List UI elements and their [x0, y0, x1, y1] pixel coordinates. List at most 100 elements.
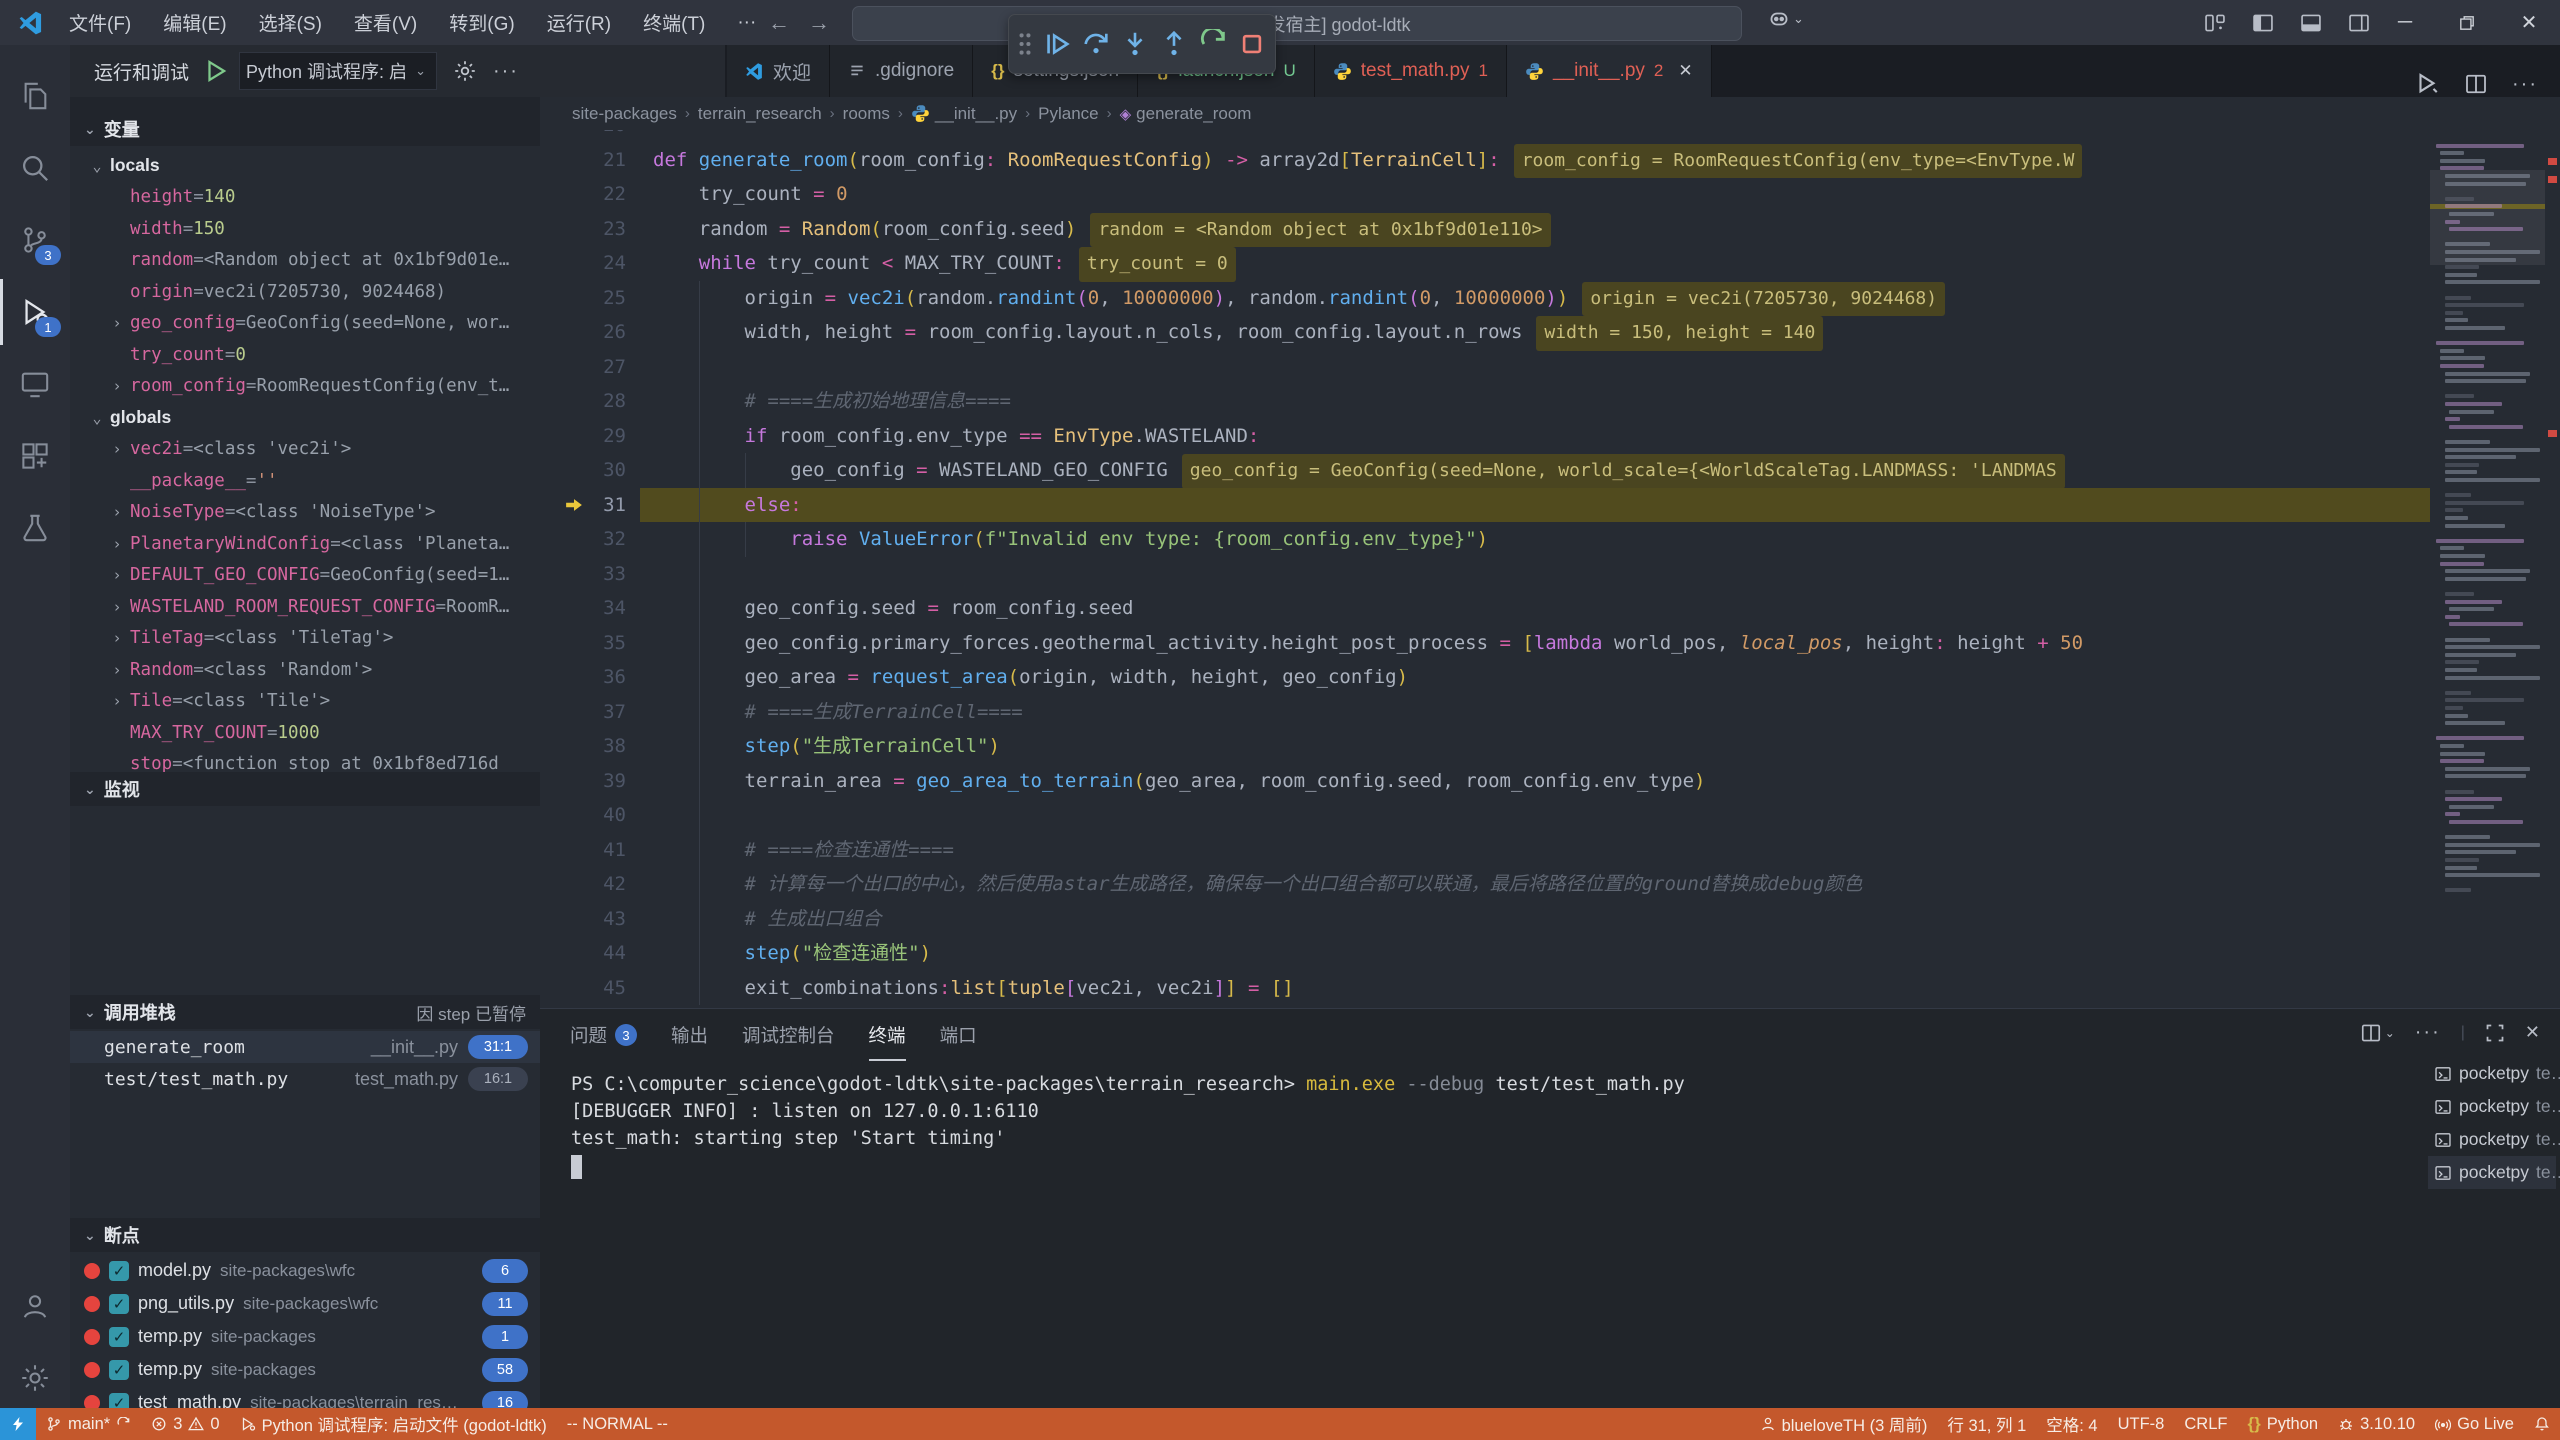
- close-window-button[interactable]: ✕: [2498, 0, 2560, 45]
- debug-step-out-button[interactable]: [1159, 29, 1189, 59]
- tab-.gdignore[interactable]: .gdignore: [830, 45, 973, 97]
- status-braces[interactable]: {}Python: [2237, 1408, 2328, 1440]
- variable-row[interactable]: try_count = 0: [70, 339, 540, 370]
- command-center-search[interactable]: [扩展开发宿主] godot-ldtk: [852, 6, 1742, 41]
- terminal-list-item[interactable]: pocketpyte…: [2428, 1090, 2556, 1123]
- code-line-20[interactable]: 20: [540, 130, 2430, 143]
- breakpoint-row[interactable]: ✓temp.pysite-packages58: [70, 1353, 540, 1386]
- activity-live-preview-icon[interactable]: [0, 351, 70, 417]
- status----normal---[interactable]: -- NORMAL --: [557, 1408, 678, 1440]
- code-line-39[interactable]: 39 terrain_area = geo_area_to_terrain(ge…: [540, 764, 2430, 799]
- status-branch[interactable]: main*: [36, 1408, 141, 1440]
- panel-tab-调试控制台[interactable]: 调试控制台: [742, 1009, 835, 1061]
- toggle-secondary-sidebar-icon[interactable]: [2348, 12, 2370, 34]
- activity-run-and-debug-icon[interactable]: 1: [0, 279, 70, 345]
- more-actions-icon[interactable]: ···: [493, 60, 519, 83]
- tab-test_math.py[interactable]: test_math.py1: [1315, 45, 1507, 97]
- breakpoint-checkbox[interactable]: ✓: [109, 1393, 129, 1409]
- variable-row[interactable]: ›WASTELAND_ROOM_REQUEST_CONFIG = RoomR…: [70, 591, 540, 622]
- status-bell[interactable]: [2524, 1408, 2560, 1440]
- debug-step-over-button[interactable]: [1081, 29, 1111, 59]
- breakpoint-row[interactable]: ✓temp.pysite-packages1: [70, 1320, 540, 1353]
- watch-section-header[interactable]: ⌄监视: [70, 772, 540, 806]
- code-line-30[interactable]: 30 geo_config = WASTELAND_GEO_CONFIGgeo_…: [540, 453, 2430, 488]
- activity-testing-icon[interactable]: [0, 495, 70, 561]
- variable-row[interactable]: height = 140: [70, 182, 540, 213]
- variable-row[interactable]: random = <Random object at 0x1bf9d01e…: [70, 245, 540, 276]
- split-editor-icon[interactable]: [2464, 72, 2488, 96]
- split-terminal-icon[interactable]: ⌄: [2360, 1022, 2395, 1044]
- terminal-list-item[interactable]: pocketpyte…: [2428, 1057, 2556, 1090]
- copilot-icon[interactable]: ⌄: [1768, 8, 1804, 30]
- editor-more-actions-icon[interactable]: ···: [2512, 73, 2538, 96]
- variable-row[interactable]: ›geo_config = GeoConfig(seed=None, wor…: [70, 308, 540, 339]
- drag-handle-icon[interactable]: [1018, 32, 1032, 56]
- variable-row[interactable]: __package__ = '': [70, 465, 540, 496]
- code-line-23[interactable]: 23 random = Random(room_config.seed)rand…: [540, 212, 2430, 247]
- close-tab-icon[interactable]: ✕: [1678, 61, 1692, 81]
- minimap[interactable]: [2430, 130, 2545, 1008]
- scope-globals[interactable]: ⌄globals: [70, 402, 540, 433]
- status-bug[interactable]: 3.10.10: [2328, 1408, 2425, 1440]
- variables-section-header[interactable]: ⌄变量: [70, 112, 540, 146]
- activity-source-control-icon[interactable]: 3: [0, 207, 70, 273]
- status-空格:-4[interactable]: 空格: 4: [2036, 1408, 2107, 1440]
- breakpoint-checkbox[interactable]: ✓: [109, 1360, 129, 1380]
- code-line-27[interactable]: 27: [540, 350, 2430, 385]
- debug-config-dropdown[interactable]: Python 调试程序: 启 ⌄: [239, 52, 437, 90]
- code-line-34[interactable]: 34 geo_config.seed = room_config.seed: [540, 591, 2430, 626]
- breadcrumb-item[interactable]: __init__.py: [911, 104, 1017, 124]
- code-line-35[interactable]: 35 geo_config.primary_forces.geothermal_…: [540, 626, 2430, 661]
- code-line-41[interactable]: 41 # ====检查连通性====: [540, 833, 2430, 868]
- toggle-panel-icon[interactable]: [2300, 12, 2322, 34]
- code-line-24[interactable]: 24 while try_count < MAX_TRY_COUNT:try_c…: [540, 246, 2430, 281]
- breakpoint-row[interactable]: ✓model.pysite-packages\wfc6: [70, 1254, 540, 1287]
- variable-row[interactable]: ›TileTag = <class 'TileTag'>: [70, 623, 540, 654]
- code-line-37[interactable]: 37 # ====生成TerrainCell====: [540, 695, 2430, 730]
- breakpoint-checkbox[interactable]: ✓: [109, 1261, 129, 1281]
- variable-row[interactable]: ›NoiseType = <class 'NoiseType'>: [70, 497, 540, 528]
- panel-tab-输出[interactable]: 输出: [671, 1009, 708, 1061]
- status-person[interactable]: blueloveTH (3 周前): [1750, 1408, 1938, 1440]
- minimize-button[interactable]: ─: [2374, 0, 2436, 45]
- stack-frame[interactable]: test/test_math.pytest_math.py16:1: [70, 1063, 540, 1095]
- status-debug[interactable]: Python 调试程序: 启动文件 (godot-ldtk): [230, 1408, 557, 1440]
- breadcrumb-item[interactable]: ◈generate_room: [1120, 104, 1252, 124]
- terminal-list-item[interactable]: pocketpyte…: [2428, 1123, 2556, 1156]
- code-line-43[interactable]: 43 # 生成出口组合: [540, 902, 2430, 937]
- code-line-26[interactable]: 26 width, height = room_config.layout.n_…: [540, 315, 2430, 350]
- variable-row[interactable]: ›room_config = RoomRequestConfig(env_t…: [70, 371, 540, 402]
- code-line-36[interactable]: 36 geo_area = request_area(origin, width…: [540, 660, 2430, 695]
- code-line-38[interactable]: 38 step("生成TerrainCell"): [540, 729, 2430, 764]
- breadcrumb-item[interactable]: site-packages: [572, 104, 677, 124]
- menu-文件[interactable]: 文件(F): [56, 5, 144, 40]
- variable-row[interactable]: ›DEFAULT_GEO_CONFIG = GeoConfig(seed=1…: [70, 560, 540, 591]
- breakpoint-row[interactable]: ✓png_utils.pysite-packages\wfc11: [70, 1287, 540, 1320]
- panel-tab-终端[interactable]: 终端: [869, 1009, 906, 1061]
- panel-tab-问题[interactable]: 问题3: [570, 1009, 637, 1061]
- customize-layout-icon[interactable]: [2204, 12, 2226, 34]
- debug-restart-button[interactable]: [1199, 29, 1229, 59]
- code-line-31[interactable]: 31 else:: [540, 488, 2430, 523]
- status-error[interactable]: 30: [141, 1408, 229, 1440]
- code-line-29[interactable]: 29 if room_config.env_type == EnvType.WA…: [540, 419, 2430, 454]
- status-行-31,-列-1[interactable]: 行 31, 列 1: [1937, 1408, 2036, 1440]
- terminal-list-item[interactable]: pocketpyte…: [2428, 1156, 2556, 1189]
- tab-__init__.py[interactable]: __init__.py2✕: [1507, 45, 1712, 97]
- activity-account-icon[interactable]: [0, 1273, 70, 1339]
- code-line-42[interactable]: 42 # 计算每一个出口的中心，然后使用astar生成路径，确保每一个出口组合都…: [540, 867, 2430, 902]
- toggle-sidebar-icon[interactable]: [2252, 12, 2274, 34]
- variable-row[interactable]: ›PlanetaryWindConfig = <class 'Planeta…: [70, 528, 540, 559]
- menu-选择[interactable]: 选择(S): [246, 5, 335, 40]
- code-editor[interactable]: 2021def generate_room(room_config: RoomR…: [540, 130, 2430, 1008]
- status-broadcast[interactable]: Go Live: [2425, 1408, 2524, 1440]
- debug-stop-button[interactable]: [1238, 30, 1266, 58]
- activity-settings-gear-icon[interactable]: [0, 1345, 70, 1411]
- breadcrumb-item[interactable]: terrain_research: [698, 104, 822, 124]
- menu-终端[interactable]: 终端(T): [630, 5, 718, 40]
- remote-indicator[interactable]: [0, 1408, 36, 1440]
- call-stack-section-header[interactable]: ⌄调用堆栈因 step 已暂停: [70, 995, 540, 1029]
- menu-运行[interactable]: 运行(R): [534, 5, 624, 40]
- variable-row[interactable]: width = 150: [70, 213, 540, 244]
- panel-more-actions-icon[interactable]: ···: [2415, 1021, 2441, 1044]
